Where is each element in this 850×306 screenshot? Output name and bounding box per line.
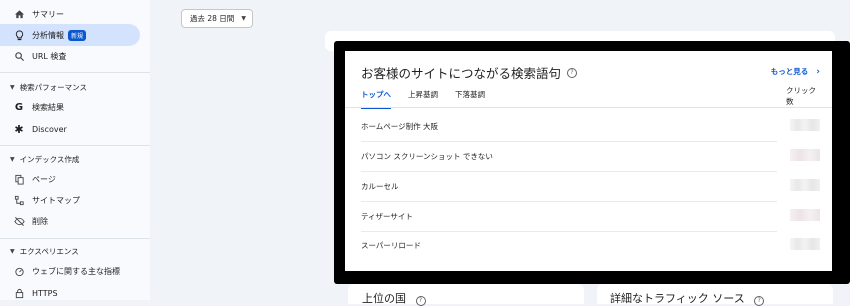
sidebar-item-label: 検索結果 [32, 102, 64, 112]
divider [345, 107, 832, 108]
redacted-value [790, 149, 820, 161]
section-search-performance[interactable]: ▼ 検索パフォーマンス [10, 82, 87, 93]
asterisk-icon: ✱ [14, 122, 24, 136]
sidebar-item-pages[interactable]: ページ [0, 168, 140, 190]
redacted-value [790, 179, 820, 191]
divider [0, 72, 150, 73]
see-more-label: もっと見る [770, 67, 809, 76]
see-more-link[interactable]: もっと見る › [771, 66, 820, 77]
divider [0, 238, 150, 239]
traffic-sources-title: 詳細なトラフィック ソース ? [610, 290, 765, 306]
section-title: エクスペリエンス [19, 247, 79, 256]
sidebar-item-https[interactable]: HTTPS [0, 282, 140, 304]
section-title: 検索パフォーマンス [19, 83, 87, 92]
sidebar-item-label: URL 検査 [32, 51, 67, 61]
query-text: ホームページ制作 大阪 [361, 122, 439, 131]
query-row[interactable]: ホームページ制作 大阪 [361, 112, 777, 142]
help-icon[interactable]: ? [567, 67, 578, 78]
section-experience[interactable]: ▼ エクスペリエンス [10, 246, 79, 257]
query-row[interactable]: パソコン スクリーンショット できない [361, 142, 777, 172]
sidebar-item-core-web-vitals[interactable]: ウェブに関する主な指標 [0, 260, 140, 282]
sidebar-item-label: HTTPS [32, 288, 58, 298]
chevron-right-icon: › [816, 66, 820, 77]
sidebar-item-label: ページ [32, 174, 56, 184]
section-title: インデックス作成 [19, 155, 80, 164]
clicks-column-header[interactable]: クリック数 [786, 85, 818, 107]
eye-off-icon [13, 215, 25, 227]
card-title-text: お客様のサイトにつながる検索語句 [361, 66, 562, 81]
dropdown-arrow-icon: ▼ [241, 15, 246, 22]
query-text: スーパーリロード [361, 241, 421, 250]
query-text: ティザーサイト [361, 212, 413, 221]
lightbulb-icon [13, 29, 25, 41]
search-queries-card: お客様のサイトにつながる検索語句 ? もっと見る › トップへ 上昇基調 下落基… [345, 51, 832, 271]
query-row[interactable]: カルーセル [361, 172, 777, 202]
sidebar-item-removals[interactable]: 削除 [0, 210, 140, 232]
sidebar-item-discover[interactable]: ✱ Discover [0, 118, 140, 140]
sidebar-item-label: Discover [32, 124, 67, 134]
sidebar-item-summary[interactable]: サマリー [0, 3, 140, 25]
sidebar-item-sitemaps[interactable]: サイトマップ [0, 189, 140, 211]
sidebar-item-insights[interactable]: 分析情報 新規 [0, 24, 140, 46]
sidebar-item-label: 削除 [32, 216, 48, 226]
tab-falling[interactable]: 下落基調 [455, 89, 485, 109]
tabs: トップへ 上昇基調 下落基調 [361, 89, 502, 109]
sidebar-item-label: 分析情報 [32, 30, 64, 40]
redacted-value [790, 119, 820, 131]
home-icon [13, 8, 25, 20]
new-badge: 新規 [68, 29, 87, 41]
pages-icon [13, 173, 25, 185]
sidebar-item-search-results[interactable]: G 検索結果 [0, 96, 140, 118]
help-icon[interactable]: ? [415, 296, 426, 306]
help-icon[interactable]: ? [754, 296, 765, 306]
sidebar-item-url-inspection[interactable]: URL 検査 [0, 45, 140, 67]
card-title: お客様のサイトにつながる検索語句 ? [361, 63, 578, 82]
section-indexing[interactable]: ▼ インデックス作成 [10, 154, 79, 165]
sidebar-item-label: サイトマップ [32, 195, 80, 205]
redacted-value [790, 238, 820, 250]
sidebar-item-label: サマリー [32, 9, 64, 19]
sidebar-item-label: ウェブに関する主な指標 [32, 266, 120, 276]
top-countries-title: 上位の国 ? [362, 290, 426, 306]
gauge-icon [13, 265, 25, 277]
tab-top[interactable]: トップへ [361, 89, 391, 109]
search-icon [13, 50, 25, 62]
date-range-select[interactable]: 過去 28 日間 ▼ [181, 9, 253, 28]
query-row[interactable]: スーパーリロード [361, 231, 777, 260]
redacted-value [790, 209, 820, 221]
query-text: パソコン スクリーンショット できない [361, 152, 493, 161]
query-text: カルーセル [361, 182, 399, 191]
google-g-icon: G [14, 101, 24, 113]
sidebar: サマリー 分析情報 新規 URL 検査 ▼ 検索パフォーマンス G 検索結果 ✱ … [0, 0, 150, 300]
sitemap-icon [13, 194, 25, 206]
divider [0, 145, 150, 146]
date-range-value: 過去 28 日間 [190, 14, 235, 23]
query-row[interactable]: ティザーサイト [361, 202, 777, 232]
tab-rising[interactable]: 上昇基調 [408, 89, 438, 109]
lock-icon [13, 287, 25, 299]
